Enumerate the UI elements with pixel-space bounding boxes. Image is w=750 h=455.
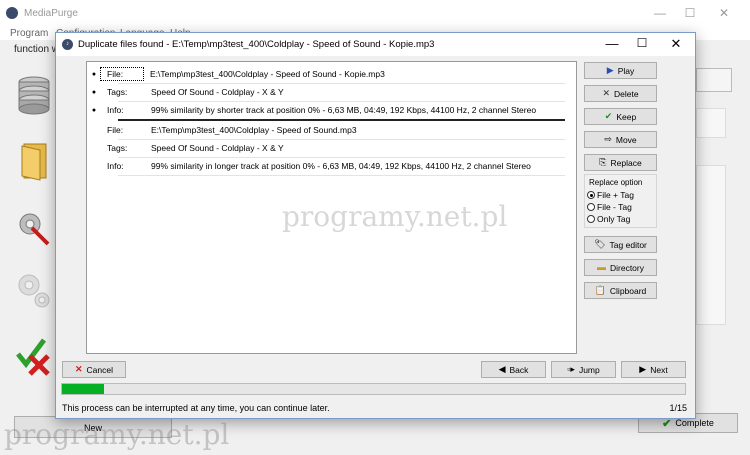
row-value: Speed Of Sound - Coldplay - X & Y	[151, 87, 284, 97]
delete-button[interactable]: ✕ Delete	[584, 85, 657, 102]
cancel-button[interactable]: ✕ Cancel	[62, 361, 126, 378]
row-value: 99% similarity in longer track at positi…	[151, 161, 531, 171]
row-label: Tags:	[107, 143, 128, 153]
gears-icon[interactable]	[14, 270, 54, 312]
tag-editor-button-label: Tag editor	[609, 239, 647, 250]
jump-button-label: Jump	[578, 364, 600, 375]
play-button-label: Play	[617, 65, 635, 76]
row-divider	[118, 175, 565, 176]
dialog-titlebar: ♪ Duplicate files found - E:\Temp\mp3tes…	[56, 33, 695, 56]
status-text: This process can be interrupted at any t…	[62, 403, 330, 413]
background-panel	[696, 68, 732, 92]
radio-icon	[587, 203, 595, 211]
replace-icon: ⎘	[599, 157, 607, 167]
database-icon[interactable]	[14, 74, 54, 116]
main-window-title: MediaPurge	[24, 8, 78, 19]
row-value: E:\Temp\mp3test_400\Coldplay - Speed of …	[150, 69, 385, 79]
check-cross-icon[interactable]	[14, 336, 54, 378]
row-label: File:	[107, 125, 124, 135]
radio-label: File + Tag	[597, 190, 634, 200]
back-button-label: Back	[509, 364, 529, 375]
clipboard-button[interactable]: 📋 Clipboard	[584, 282, 657, 299]
tag-editor-button[interactable]: 🏷 Tag editor	[584, 236, 657, 253]
move-button-label: Move	[615, 134, 637, 145]
row-label: Tags:	[107, 87, 128, 97]
delete-icon: ✕	[602, 88, 610, 98]
bullet-icon: ●	[91, 88, 97, 96]
minimize-icon[interactable]: —	[650, 6, 670, 20]
folder-icon: ▬	[596, 262, 606, 272]
list-item[interactable]: ● Info: 99% similarity by shorter track …	[87, 101, 576, 119]
folder-icon[interactable]	[14, 140, 54, 182]
replace-button-label: Replace	[610, 157, 642, 168]
jump-icon: ▫▸	[567, 364, 575, 374]
keep-button[interactable]: ✔ Keep	[584, 108, 657, 125]
row-label: Info:	[107, 105, 124, 115]
cancel-button-label: Cancel	[86, 364, 113, 375]
jump-button[interactable]: ▫▸ Jump	[551, 361, 616, 378]
directory-button-label: Directory	[609, 262, 644, 273]
list-item[interactable]: ● Tags: Speed Of Sound - Coldplay - X & …	[87, 83, 576, 101]
radio-only-tag[interactable]: Only Tag	[587, 214, 630, 224]
maximize-icon[interactable]: ☐	[631, 36, 653, 50]
move-button[interactable]: ⇨ Move	[584, 131, 657, 148]
background-panel	[696, 108, 726, 138]
clipboard-button-label: Clipboard	[609, 285, 647, 296]
background-panel	[696, 165, 726, 325]
maximize-icon[interactable]: ☐	[680, 6, 700, 20]
main-titlebar: MediaPurge — ☐ ✕	[0, 0, 750, 28]
progress-count: 1/15	[669, 403, 687, 413]
list-item[interactable]: File: E:\Temp\mp3test_400\Coldplay - Spe…	[87, 121, 576, 139]
settings-tools-icon[interactable]	[14, 206, 54, 248]
duplicate-files-list[interactable]: ● File: E:\Temp\mp3test_400\Coldplay - S…	[86, 61, 577, 354]
delete-button-label: Delete	[613, 88, 639, 99]
radio-icon	[587, 215, 595, 223]
row-label: Info:	[107, 161, 124, 171]
close-icon[interactable]: ✕	[665, 36, 687, 52]
radio-file-plus-tag[interactable]: File + Tag	[587, 190, 634, 200]
replace-option-title: Replace option	[589, 178, 643, 187]
row-value: 99% similarity by shorter track at posit…	[151, 105, 537, 115]
dialog-title: Duplicate files found - E:\Temp\mp3test_…	[78, 39, 435, 50]
cancel-icon: ✕	[74, 364, 83, 374]
minimize-icon[interactable]: —	[601, 36, 623, 51]
directory-button[interactable]: ▬ Directory	[584, 259, 657, 276]
back-button[interactable]: ◀ Back	[481, 361, 546, 378]
radio-label: File - Tag	[597, 202, 632, 212]
clipboard-icon: 📋	[594, 285, 606, 295]
radio-file-minus-tag[interactable]: File - Tag	[587, 202, 632, 212]
move-icon: ⇨	[604, 134, 612, 144]
new-button[interactable]: New	[14, 416, 172, 438]
radio-icon	[587, 191, 595, 199]
keep-button-label: Keep	[616, 111, 637, 122]
close-icon[interactable]: ✕	[714, 6, 734, 20]
replace-button[interactable]: ⎘ Replace	[584, 154, 657, 171]
play-icon: ▶	[606, 65, 614, 75]
list-item[interactable]: Info: 99% similarity in longer track at …	[87, 157, 576, 175]
next-arrow-icon: ▶	[639, 364, 647, 374]
next-button[interactable]: ▶ Next	[621, 361, 686, 378]
next-button-label: Next	[650, 364, 668, 375]
play-button[interactable]: ▶ Play	[584, 62, 657, 79]
replace-option-group: Replace option File + Tag File - Tag Onl…	[584, 174, 657, 228]
row-value: E:\Temp\mp3test_400\Coldplay - Speed of …	[151, 125, 357, 135]
bullet-icon: ●	[91, 106, 97, 114]
checkmark-icon: ✔	[604, 111, 613, 121]
radio-label: Only Tag	[597, 214, 631, 224]
row-label: File:	[100, 67, 144, 81]
app-icon: ♪	[62, 39, 73, 50]
progress-bar	[61, 383, 686, 395]
bullet-icon: ●	[91, 70, 97, 78]
complete-button-label: Complete	[675, 418, 714, 428]
progress-fill	[62, 384, 104, 394]
list-item[interactable]: ● File: E:\Temp\mp3test_400\Coldplay - S…	[87, 65, 576, 83]
duplicate-files-dialog: ♪ Duplicate files found - E:\Temp\mp3tes…	[55, 32, 696, 419]
app-icon	[6, 7, 18, 19]
tag-icon: 🏷	[594, 239, 606, 249]
list-item[interactable]: Tags: Speed Of Sound - Coldplay - X & Y	[87, 139, 576, 157]
back-arrow-icon: ◀	[498, 364, 506, 374]
menu-program[interactable]: Program	[10, 28, 48, 39]
row-value: Speed Of Sound - Coldplay - X & Y	[151, 143, 284, 153]
mode-label: function w	[14, 44, 60, 55]
